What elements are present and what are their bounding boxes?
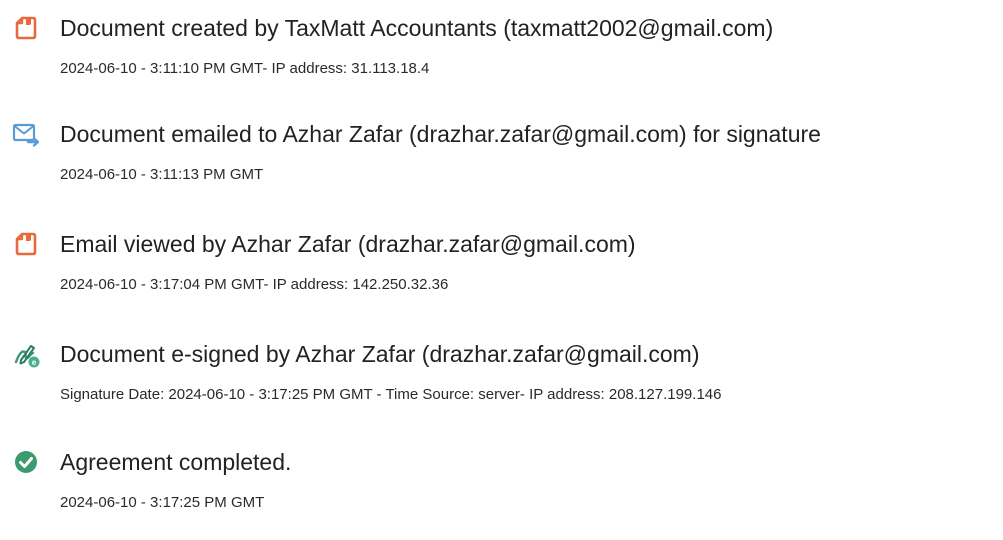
check-circle-icon [12, 448, 40, 476]
audit-event-document-emailed: Document emailed to Azhar Zafar (drazhar… [0, 120, 1003, 210]
event-timestamp: Signature Date: 2024-06-10 - 3:17:25 PM … [60, 386, 722, 403]
event-title: Document e-signed by Azhar Zafar (drazha… [60, 341, 700, 367]
audit-event-document-created: Document created by TaxMatt Accountants … [0, 14, 1003, 104]
email-sent-icon [12, 120, 40, 148]
event-title: Document emailed to Azhar Zafar (drazhar… [60, 121, 821, 147]
event-title: Document created by TaxMatt Accountants … [60, 15, 774, 41]
audit-event-document-esigned: e Document e-signed by Azhar Zafar (draz… [0, 340, 1003, 430]
audit-event-agreement-completed: Agreement completed. 2024-06-10 - 3:17:2… [0, 448, 1003, 538]
e-signed-icon: e [12, 340, 40, 368]
svg-text:e: e [32, 358, 37, 367]
event-title: Email viewed by Azhar Zafar (drazhar.zaf… [60, 231, 636, 257]
event-timestamp: 2024-06-10 - 3:11:13 PM GMT [60, 166, 264, 183]
event-timestamp: 2024-06-10 - 3:17:04 PM GMT- IP address:… [60, 276, 449, 293]
audit-event-email-viewed: Email viewed by Azhar Zafar (drazhar.zaf… [0, 230, 1003, 320]
event-timestamp: 2024-06-10 - 3:17:25 PM GMT [60, 494, 265, 511]
email-viewed-icon [12, 230, 40, 258]
document-created-icon [12, 14, 40, 42]
event-timestamp: 2024-06-10 - 3:11:10 PM GMT- IP address:… [60, 60, 430, 77]
event-title: Agreement completed. [60, 449, 292, 475]
